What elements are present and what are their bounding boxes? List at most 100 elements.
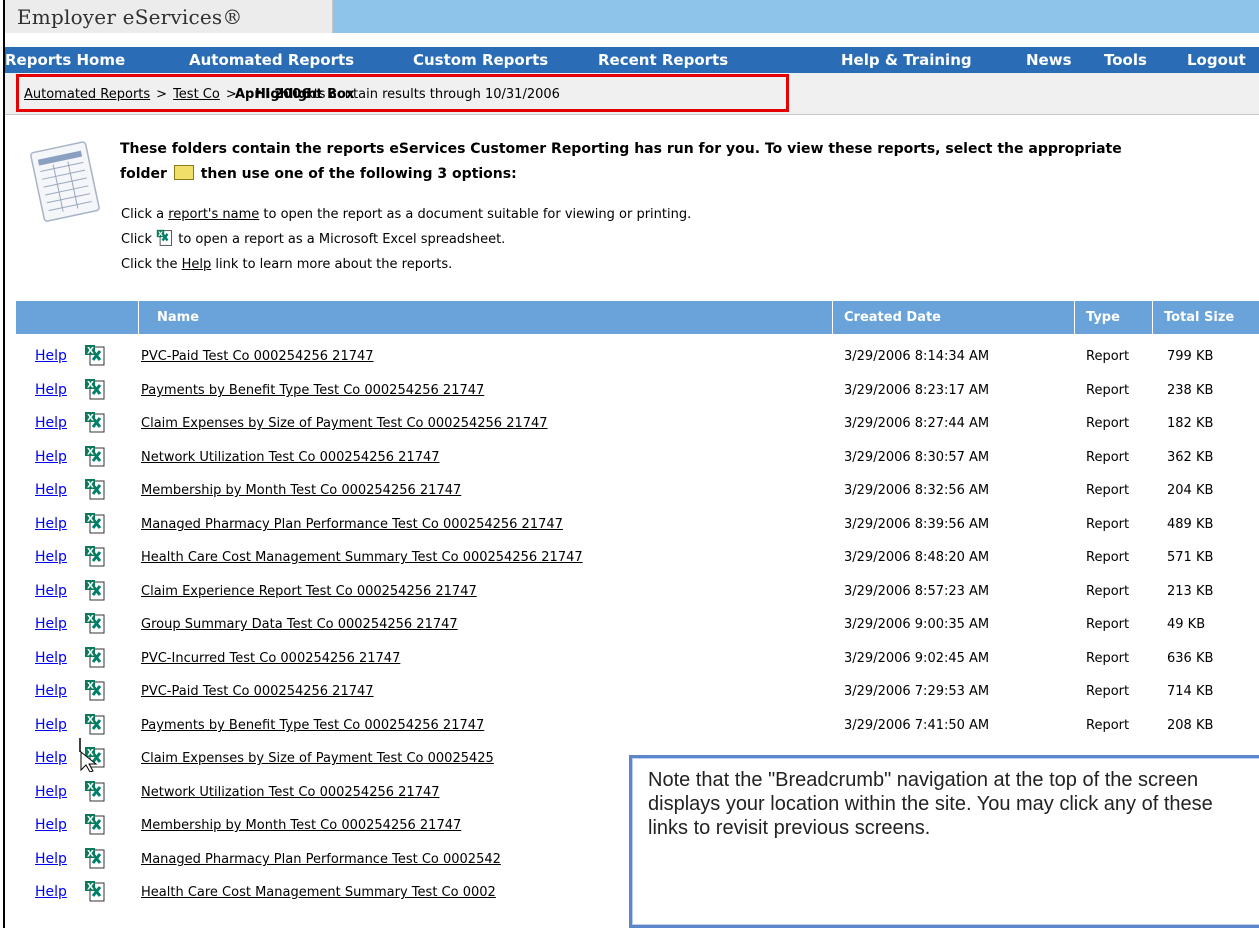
excel-icon[interactable]: X bbox=[84, 713, 106, 735]
svg-text:X: X bbox=[87, 850, 94, 860]
row-help-link[interactable]: Help bbox=[35, 876, 67, 909]
highlight-box bbox=[16, 74, 789, 112]
excel-icon[interactable]: X bbox=[84, 478, 106, 500]
table-row: Help X Payments by Benefit Type Test Co 00… bbox=[5, 374, 1259, 407]
report-name-link[interactable]: Membership by Month Test Co 000254256 21… bbox=[141, 809, 461, 842]
report-name-link[interactable]: report's name bbox=[168, 207, 259, 222]
option-3-post: link to learn more about the reports. bbox=[211, 257, 453, 272]
row-type: Report bbox=[1086, 349, 1130, 364]
row-size: 714 KB bbox=[1167, 684, 1214, 699]
report-name-link[interactable]: Payments by Benefit Type Test Co 0002542… bbox=[141, 709, 484, 742]
row-type: Report bbox=[1086, 584, 1130, 599]
row-type: Report bbox=[1086, 383, 1130, 398]
row-help-link[interactable]: Help bbox=[35, 575, 67, 608]
svg-text:X: X bbox=[87, 615, 94, 625]
row-help-link[interactable]: Help bbox=[35, 541, 67, 574]
row-created-date: 3/29/2006 8:23:17 AM bbox=[844, 383, 990, 398]
table-row: Help X Group Summary Data Test Co 00025425… bbox=[5, 608, 1259, 641]
intro-options-text: then use one of the following 3 options: bbox=[200, 166, 517, 182]
report-name-link[interactable]: Network Utilization Test Co 000254256 21… bbox=[141, 776, 440, 809]
row-help-link[interactable]: Help bbox=[35, 776, 67, 809]
svg-text:X: X bbox=[87, 515, 94, 525]
row-help-link[interactable]: Help bbox=[35, 374, 67, 407]
table-row: Help X PVC-Paid Test Co 000254256 21747 3/2… bbox=[5, 340, 1259, 373]
column-created-date[interactable]: Created Date bbox=[844, 301, 941, 334]
excel-icon[interactable]: X bbox=[84, 679, 106, 701]
row-size: 49 KB bbox=[1167, 617, 1206, 632]
row-created-date: 3/29/2006 7:41:50 AM bbox=[844, 718, 990, 733]
nav-custom-reports[interactable]: Custom Reports bbox=[413, 47, 548, 73]
report-name-link[interactable]: Payments by Benefit Type Test Co 0002542… bbox=[141, 374, 484, 407]
row-type: Report bbox=[1086, 450, 1130, 465]
report-name-link[interactable]: Claim Expenses by Size of Payment Test C… bbox=[141, 407, 548, 440]
excel-icon[interactable]: X bbox=[84, 813, 106, 835]
svg-text:X: X bbox=[87, 347, 94, 357]
excel-icon[interactable]: X bbox=[84, 847, 106, 869]
nav-recent-reports[interactable]: Recent Reports bbox=[598, 47, 728, 73]
row-help-link[interactable]: Help bbox=[35, 441, 67, 474]
report-name-link[interactable]: Membership by Month Test Co 000254256 21… bbox=[141, 474, 461, 507]
report-name-link[interactable]: Claim Expenses by Size of Payment Test C… bbox=[141, 742, 494, 775]
option-report-name: Click a report's name to open the report… bbox=[121, 207, 691, 222]
row-created-date: 3/29/2006 8:14:34 AM bbox=[844, 349, 990, 364]
column-name[interactable]: Name bbox=[157, 301, 199, 334]
option-2-post: to open a report as a Microsoft Excel sp… bbox=[174, 232, 506, 247]
row-size: 362 KB bbox=[1167, 450, 1214, 465]
report-name-link[interactable]: Health Care Cost Management Summary Test… bbox=[141, 876, 496, 909]
table-row: Help X Membership by Month Test Co 0002542… bbox=[5, 474, 1259, 507]
nav-help-training[interactable]: Help & Training bbox=[841, 47, 972, 73]
excel-icon[interactable]: X bbox=[84, 780, 106, 802]
row-size: 204 KB bbox=[1167, 483, 1214, 498]
report-name-link[interactable]: Claim Experience Report Test Co 00025425… bbox=[141, 575, 477, 608]
report-name-link[interactable]: PVC-Incurred Test Co 000254256 21747 bbox=[141, 642, 400, 675]
row-help-link[interactable]: Help bbox=[35, 474, 67, 507]
report-name-link[interactable]: PVC-Paid Test Co 000254256 21747 bbox=[141, 675, 374, 708]
excel-icon[interactable]: X bbox=[84, 612, 106, 634]
row-help-link[interactable]: Help bbox=[35, 608, 67, 641]
excel-icon[interactable]: X bbox=[84, 445, 106, 467]
row-help-link[interactable]: Help bbox=[35, 340, 67, 373]
row-help-link[interactable]: Help bbox=[35, 642, 67, 675]
column-total-size[interactable]: Total Size bbox=[1164, 301, 1234, 334]
nav-tools[interactable]: Tools bbox=[1104, 47, 1147, 73]
row-type: Report bbox=[1086, 718, 1130, 733]
excel-icon[interactable]: X bbox=[84, 378, 106, 400]
callout-text: Note that the "Breadcrumb" navigation at… bbox=[648, 769, 1213, 839]
svg-text:X: X bbox=[87, 649, 94, 659]
row-help-link[interactable]: Help bbox=[35, 508, 67, 541]
report-name-link[interactable]: Health Care Cost Management Summary Test… bbox=[141, 541, 583, 574]
option-help: Click the Help link to learn more about … bbox=[121, 257, 452, 272]
table-row: Help X Payments by Benefit Type Test Co 00… bbox=[5, 709, 1259, 742]
help-link-intro[interactable]: Help bbox=[182, 257, 212, 272]
report-name-link[interactable]: Network Utilization Test Co 000254256 21… bbox=[141, 441, 440, 474]
report-name-link[interactable]: PVC-Paid Test Co 000254256 21747 bbox=[141, 340, 374, 373]
row-help-link[interactable]: Help bbox=[35, 742, 67, 775]
row-help-link[interactable]: Help bbox=[35, 809, 67, 842]
site-logo[interactable]: Employer eServices® bbox=[5, 0, 333, 33]
excel-icon[interactable]: X bbox=[84, 545, 106, 567]
option-excel: Click X to open a report as a Microsoft … bbox=[121, 229, 505, 247]
svg-text:X: X bbox=[87, 883, 94, 893]
excel-icon[interactable]: X bbox=[84, 512, 106, 534]
intro-folder-text: folder bbox=[120, 166, 167, 182]
report-name-link[interactable]: Managed Pharmacy Plan Performance Test C… bbox=[141, 843, 501, 876]
nav-news[interactable]: News bbox=[1026, 47, 1072, 73]
callout-box: Note that the "Breadcrumb" navigation at… bbox=[629, 755, 1259, 928]
option-1-post: to open the report as a document suitabl… bbox=[259, 207, 692, 222]
row-help-link[interactable]: Help bbox=[35, 675, 67, 708]
column-type[interactable]: Type bbox=[1086, 301, 1120, 334]
report-name-link[interactable]: Group Summary Data Test Co 000254256 217… bbox=[141, 608, 458, 641]
nav-logout[interactable]: Logout bbox=[1187, 47, 1246, 73]
nav-automated-reports[interactable]: Automated Reports bbox=[189, 47, 354, 73]
row-help-link[interactable]: Help bbox=[35, 407, 67, 440]
report-name-link[interactable]: Managed Pharmacy Plan Performance Test C… bbox=[141, 508, 563, 541]
excel-icon[interactable]: X bbox=[84, 411, 106, 433]
nav-reports-home[interactable]: Reports Home bbox=[5, 47, 125, 73]
excel-icon[interactable]: X bbox=[84, 579, 106, 601]
svg-text:X: X bbox=[87, 414, 94, 424]
excel-icon[interactable]: X bbox=[84, 880, 106, 902]
excel-icon[interactable]: X bbox=[84, 344, 106, 366]
row-help-link[interactable]: Help bbox=[35, 843, 67, 876]
row-help-link[interactable]: Help bbox=[35, 709, 67, 742]
excel-icon[interactable]: X bbox=[84, 646, 106, 668]
